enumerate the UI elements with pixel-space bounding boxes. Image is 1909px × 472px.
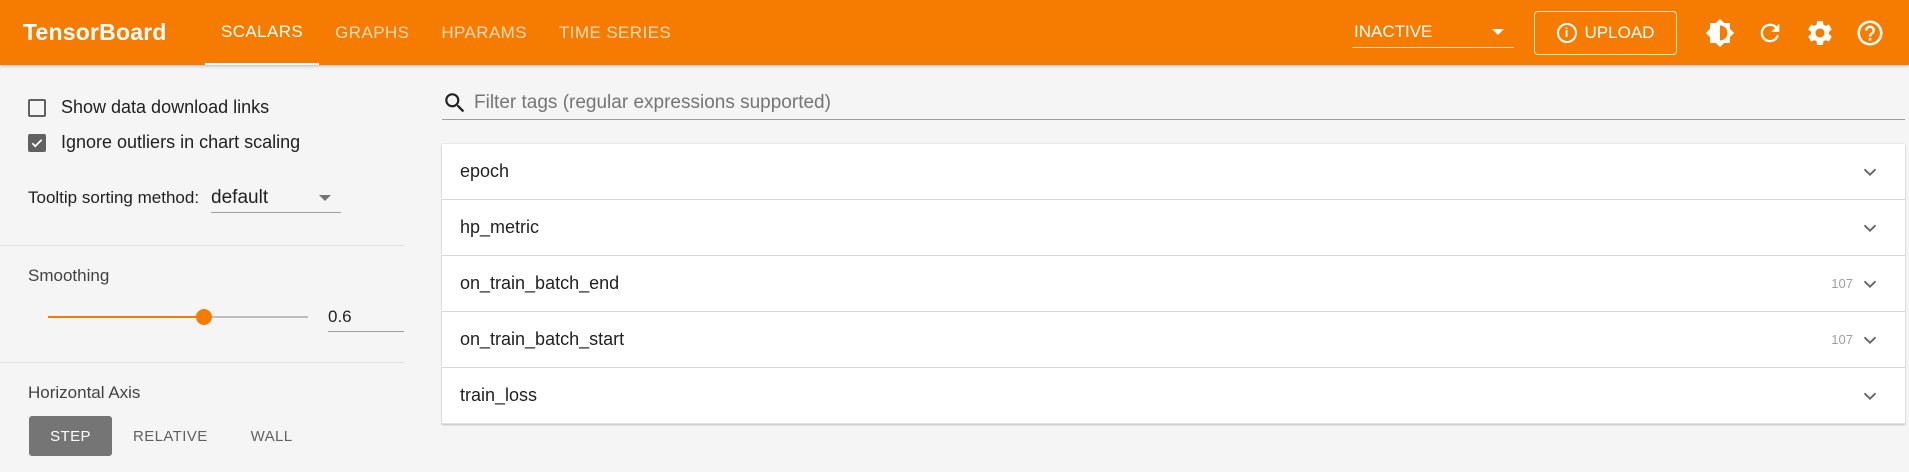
settings-icon[interactable]	[1795, 8, 1845, 58]
help-icon[interactable]	[1845, 8, 1895, 58]
smoothing-slider-fill	[48, 316, 204, 318]
tag-group-count: 107	[1831, 332, 1853, 347]
dropdown-arrow-icon	[319, 194, 332, 201]
smoothing-label: Smoothing	[28, 266, 110, 285]
axis-step-button[interactable]: STEP	[29, 416, 112, 456]
tag-group-card[interactable]: on_train_batch_start 107	[442, 312, 1905, 368]
upload-label: UPLOAD	[1584, 22, 1655, 42]
refresh-icon[interactable]	[1745, 8, 1795, 58]
checkmark-icon	[31, 138, 43, 147]
search-icon	[445, 92, 465, 112]
dropdown-arrow-icon	[1492, 29, 1504, 35]
tag-filter-input[interactable]: Filter tags (regular expressions support…	[474, 92, 831, 114]
ignore-outliers-checkbox[interactable]	[28, 133, 46, 152]
smoothing-slider-thumb[interactable]	[196, 309, 212, 325]
dark-mode-icon[interactable]	[1695, 8, 1745, 58]
upload-button[interactable]: i UPLOAD	[1534, 10, 1677, 55]
chevron-down-icon[interactable]	[1859, 161, 1881, 183]
tag-group-card[interactable]: epoch	[442, 144, 1905, 200]
tag-group-card[interactable]: hp_metric	[442, 200, 1905, 256]
tag-group-name: epoch	[460, 161, 510, 181]
tooltip-sorting-row: Tooltip sorting method: default	[28, 183, 342, 213]
smoothing-slider[interactable]	[48, 309, 308, 325]
inactive-plugins-value: INACTIVE	[1354, 22, 1433, 41]
tag-group-count: 107	[1831, 276, 1853, 291]
tab-time-series[interactable]: TIME SERIES	[543, 0, 687, 65]
chevron-down-icon[interactable]	[1859, 217, 1881, 239]
horizontal-axis-label: Horizontal Axis	[28, 383, 141, 402]
tag-group-name: hp_metric	[460, 217, 540, 237]
tooltip-sorting-value: default	[211, 186, 269, 208]
axis-wall-button[interactable]: WALL	[229, 416, 315, 456]
horizontal-axis-toggle: STEP RELATIVE WALL	[29, 416, 315, 456]
divider	[0, 245, 404, 246]
app-title: TensorBoard	[23, 19, 167, 45]
plugin-tabs: SCALARS GRAPHS HPARAMS TIME SERIES	[205, 0, 687, 65]
tab-hparams[interactable]: HPARAMS	[425, 0, 543, 65]
tag-group-card[interactable]: train_loss	[442, 368, 1905, 424]
top-app-bar: TensorBoard SCALARS GRAPHS HPARAMS TIME …	[0, 0, 1909, 65]
tab-graphs[interactable]: GRAPHS	[319, 0, 425, 65]
tag-group-name: train_loss	[460, 385, 538, 405]
axis-relative-button[interactable]: RELATIVE	[112, 416, 229, 456]
tag-filter[interactable]: Filter tags (regular expressions support…	[442, 86, 1905, 120]
chevron-down-icon[interactable]	[1859, 385, 1881, 407]
tooltip-sorting-label: Tooltip sorting method:	[28, 188, 200, 207]
tag-group-name: on_train_batch_end	[460, 273, 620, 293]
show-download-links-option[interactable]: Show data download links	[28, 97, 269, 118]
tooltip-sorting-select[interactable]: default	[211, 183, 342, 213]
scalars-sidebar: Show data download links Ignore outliers…	[0, 65, 404, 472]
chevron-down-icon[interactable]	[1859, 273, 1881, 295]
info-icon: i	[1556, 22, 1577, 43]
tag-group-name: on_train_batch_start	[460, 329, 625, 349]
divider	[0, 362, 404, 363]
smoothing-input[interactable]: 0.6	[328, 302, 404, 332]
tag-group-card[interactable]: on_train_batch_end 107	[442, 256, 1905, 312]
show-download-links-label: Show data download links	[61, 97, 270, 117]
ignore-outliers-label: Ignore outliers in chart scaling	[61, 132, 301, 152]
inactive-plugins-select[interactable]: INACTIVE	[1352, 18, 1514, 48]
show-download-links-checkbox[interactable]	[28, 98, 46, 117]
ignore-outliers-option[interactable]: Ignore outliers in chart scaling	[28, 132, 300, 153]
tab-scalars[interactable]: SCALARS	[205, 0, 320, 65]
chevron-down-icon[interactable]	[1859, 329, 1881, 351]
tag-group-list: epoch hp_metric on_train_batch_end 107 o…	[442, 144, 1905, 424]
